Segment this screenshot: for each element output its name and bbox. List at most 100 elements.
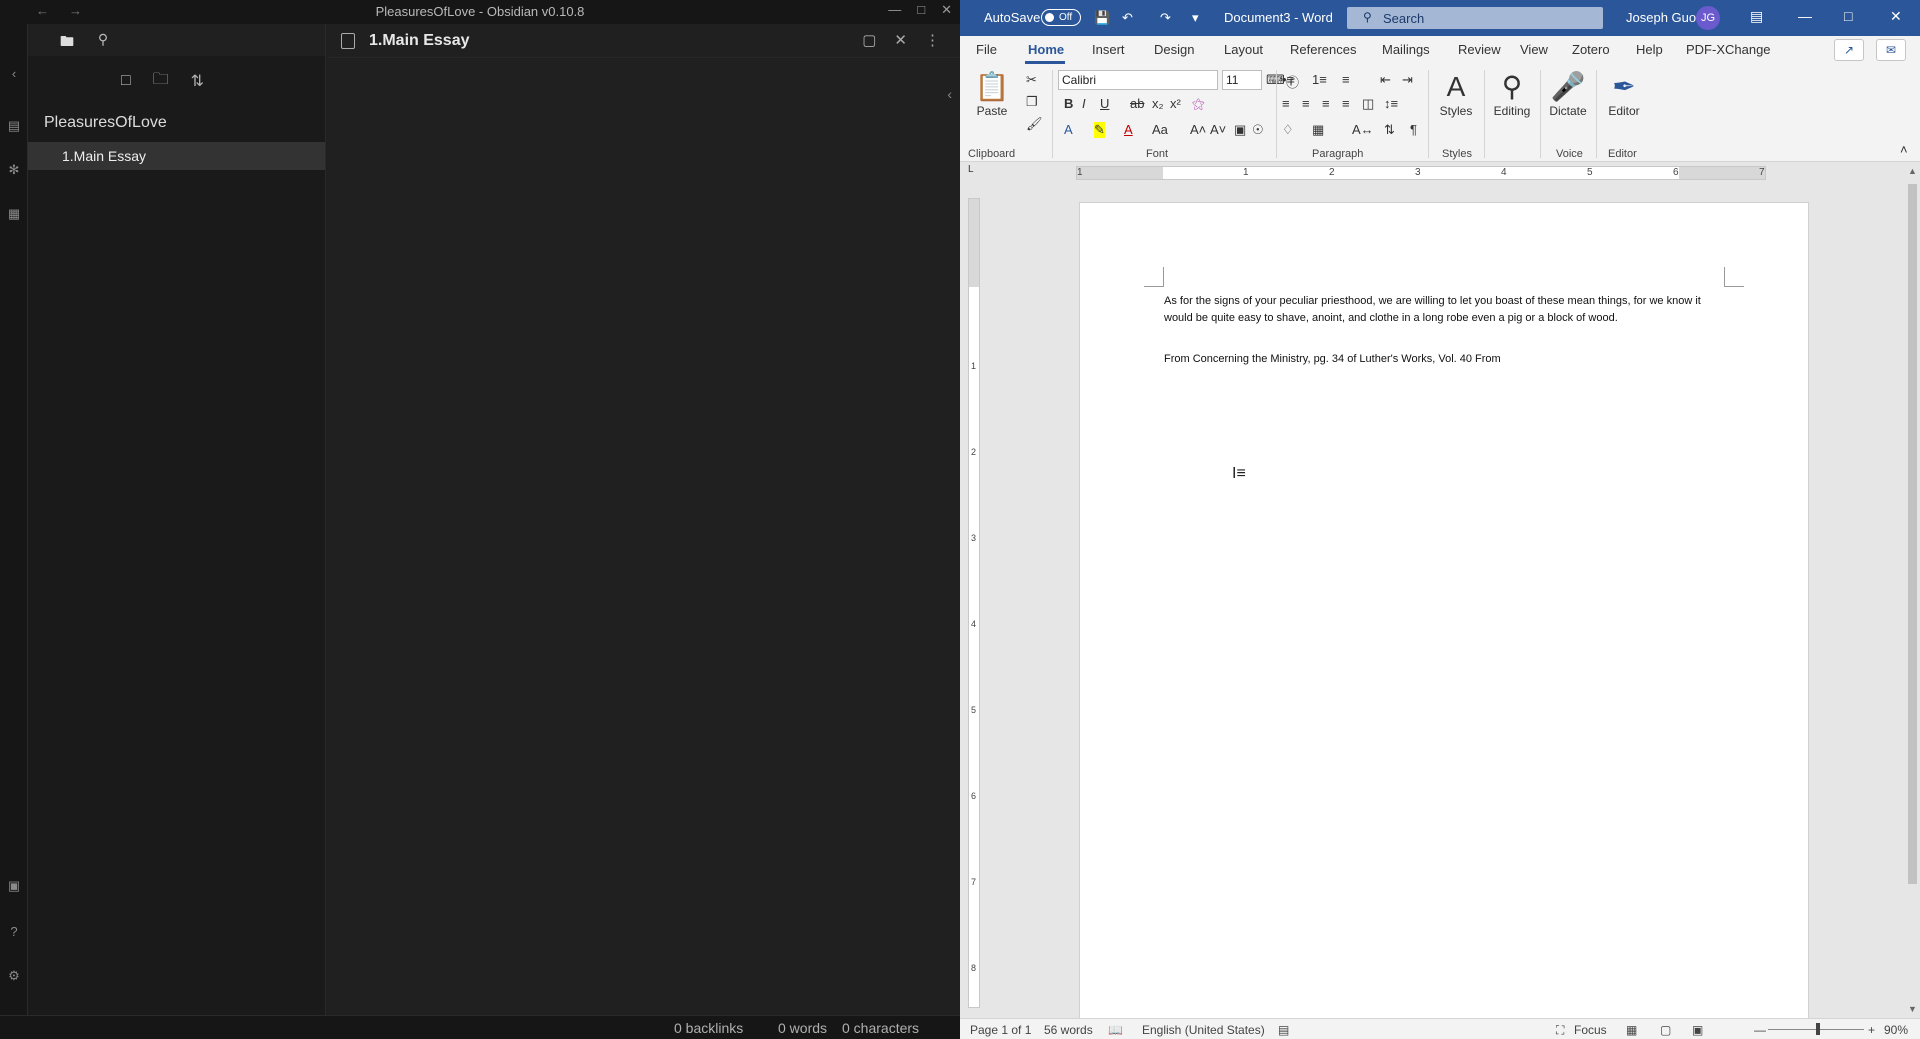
accessibility-icon[interactable]: ▤ — [1278, 1023, 1289, 1037]
scrollbar-thumb[interactable] — [1908, 184, 1917, 884]
multilevel-list-icon[interactable]: ≡ — [1342, 72, 1350, 87]
sort-icon[interactable]: ⇅ — [191, 71, 204, 91]
numbering-icon[interactable]: 1≡ — [1312, 72, 1327, 87]
document-paragraph-quote[interactable]: As for the signs of your peculiar priest… — [1164, 293, 1724, 327]
columns-icon[interactable]: ◫ — [1362, 96, 1374, 112]
minimize-icon[interactable]: — — [888, 2, 901, 18]
note-title[interactable]: 1.Main Essay — [369, 32, 470, 50]
web-layout-icon[interactable]: ▣ — [1692, 1023, 1703, 1037]
tab-zotero[interactable]: Zotero — [1572, 42, 1610, 57]
strikethrough-icon[interactable]: ab — [1130, 96, 1144, 111]
vertical-ruler[interactable]: 1 2 3 4 5 6 7 8 — [968, 198, 980, 1008]
borders-icon[interactable]: ▦ — [1312, 122, 1324, 138]
avatar[interactable]: JG — [1696, 6, 1720, 30]
tab-file[interactable]: File — [976, 42, 997, 57]
ribbon-display-icon[interactable]: ▤ — [1750, 8, 1763, 25]
font-name-dropdown[interactable]: Calibri — [1058, 70, 1218, 90]
copy-icon[interactable]: ❐ — [1026, 94, 1038, 110]
tab-insert[interactable]: Insert — [1092, 42, 1125, 57]
dictate-button[interactable]: 🎤 Dictate — [1542, 70, 1594, 118]
zoom-slider-knob[interactable] — [1816, 1023, 1820, 1035]
document-paragraph-citation[interactable]: From Concerning the Ministry, pg. 34 of … — [1164, 351, 1724, 368]
align-left-icon[interactable]: ≡ — [1282, 96, 1290, 111]
justify-icon[interactable]: ≡ — [1342, 96, 1350, 111]
close-note-icon[interactable]: ✕ — [894, 31, 907, 49]
superscript-icon[interactable]: x² — [1170, 96, 1181, 111]
maximize-icon[interactable]: □ — [1844, 8, 1852, 24]
change-case-aa-icon[interactable]: Aa — [1152, 122, 1168, 137]
read-mode-icon[interactable]: ▦ — [1626, 1023, 1637, 1037]
focus-icon[interactable]: ⛶ — [1556, 1023, 1564, 1038]
tab-layout[interactable]: Layout — [1224, 42, 1263, 57]
comments-icon[interactable]: ✉ — [1876, 39, 1906, 61]
autosave-toggle[interactable]: Off — [1041, 9, 1081, 26]
grow-font-icon[interactable]: A˄ — [1190, 122, 1206, 137]
print-layout-icon[interactable]: ▢ — [1660, 1023, 1671, 1037]
italic-icon[interactable]: I — [1082, 96, 1086, 111]
user-name[interactable]: Joseph Guo — [1626, 10, 1696, 25]
enclose-characters-icon[interactable]: ☉ — [1252, 122, 1264, 138]
redo-icon[interactable]: ↷ — [1160, 10, 1171, 26]
share-icon[interactable]: ↗ — [1834, 39, 1864, 61]
line-spacing-icon[interactable]: ↕≡ — [1384, 96, 1398, 111]
tab-home[interactable]: Home — [1028, 42, 1064, 57]
underline-icon[interactable]: U — [1100, 96, 1109, 111]
font-color-icon[interactable]: A — [1124, 122, 1133, 137]
font-size-dropdown[interactable]: 11 — [1222, 70, 1262, 90]
search-icon[interactable]: ⚲ — [94, 31, 112, 49]
close-icon[interactable]: ✕ — [941, 2, 952, 18]
focus-mode[interactable]: Focus — [1574, 1023, 1607, 1037]
close-icon[interactable]: ✕ — [1890, 8, 1902, 25]
scroll-up-icon[interactable]: ▲ — [1908, 166, 1917, 176]
align-center-icon[interactable]: ≡ — [1302, 96, 1310, 111]
proofing-icon[interactable]: 📖 — [1108, 1023, 1123, 1037]
paste-button[interactable]: 📋 Paste — [966, 70, 1018, 118]
highlight-color-icon[interactable]: ✎ — [1094, 122, 1105, 138]
bold-icon[interactable]: B — [1064, 96, 1073, 111]
styles-button[interactable]: A Styles — [1430, 70, 1482, 118]
preview-mode-icon[interactable]: ▢ — [862, 31, 876, 49]
align-right-icon[interactable]: ≡ — [1322, 96, 1330, 111]
sort-icon[interactable]: ⇅ — [1384, 122, 1395, 138]
collapse-ribbon-icon[interactable]: ˄ — [1900, 142, 1908, 157]
undo-icon[interactable]: ↶ — [1122, 10, 1133, 26]
cut-icon[interactable]: ✂ — [1026, 72, 1037, 88]
zoom-in-icon[interactable]: + — [1868, 1023, 1875, 1037]
tab-mailings[interactable]: Mailings — [1382, 42, 1430, 57]
backlinks-count[interactable]: 0 backlinks — [674, 1020, 743, 1036]
increase-indent-icon[interactable]: ⇥ — [1402, 72, 1413, 88]
vertical-scrollbar[interactable]: ▲ ▼ — [1905, 162, 1920, 1018]
horizontal-ruler[interactable]: 1 1 2 3 4 5 6 7 — [1076, 166, 1766, 180]
character-shading-icon[interactable]: ▣ — [1234, 122, 1246, 138]
zoom-level[interactable]: 90% — [1884, 1023, 1908, 1037]
help-icon[interactable]: ? — [6, 924, 22, 940]
tab-references[interactable]: References — [1290, 42, 1356, 57]
page-count[interactable]: Page 1 of 1 — [970, 1023, 1031, 1037]
search-box[interactable]: ⚲ Search — [1347, 7, 1603, 29]
graph-view-icon[interactable]: ✻ — [6, 162, 22, 178]
subscript-icon[interactable]: x₂ — [1152, 96, 1164, 111]
show-formatting-marks-icon[interactable]: ¶ — [1410, 122, 1417, 137]
customize-toolbar-icon[interactable]: ▾ — [1192, 10, 1199, 26]
plugins-icon[interactable]: ▦ — [6, 206, 22, 222]
editor-button[interactable]: ✒ Editor — [1598, 70, 1650, 118]
collapse-left-icon[interactable]: ‹ — [6, 66, 22, 82]
tab-design[interactable]: Design — [1154, 42, 1194, 57]
tab-view[interactable]: View — [1520, 42, 1548, 57]
settings-gear-icon[interactable]: ⚙ — [6, 968, 22, 984]
text-effects-icon[interactable]: ⚝ — [1192, 96, 1205, 112]
maximize-icon[interactable]: □ — [917, 2, 925, 18]
open-vault-icon[interactable]: ▣ — [6, 878, 22, 894]
save-icon[interactable]: 💾 — [1094, 10, 1110, 26]
bullets-icon[interactable]: •≡ — [1282, 72, 1294, 87]
decrease-indent-icon[interactable]: ⇤ — [1380, 72, 1391, 88]
minimize-icon[interactable]: — — [1798, 8, 1812, 24]
scroll-down-icon[interactable]: ▼ — [1908, 1004, 1917, 1014]
file-item-main-essay[interactable]: 1.Main Essay — [28, 142, 325, 170]
quick-switcher-icon[interactable]: ▤ — [6, 118, 22, 134]
shrink-font-icon[interactable]: A˅ — [1210, 122, 1226, 137]
word-count[interactable]: 56 words — [1044, 1023, 1093, 1037]
more-options-icon[interactable]: ⋮ — [925, 31, 940, 49]
tab-review[interactable]: Review — [1458, 42, 1501, 57]
language[interactable]: English (United States) — [1142, 1023, 1265, 1037]
